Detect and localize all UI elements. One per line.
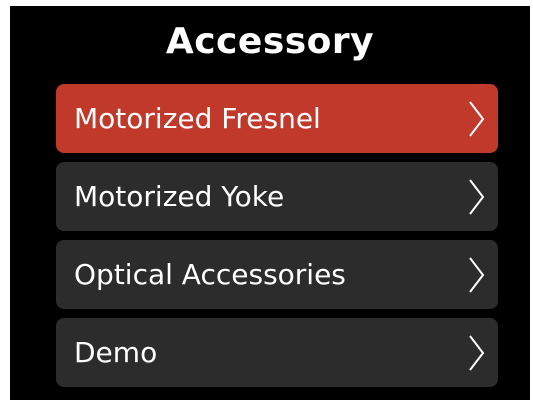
chevron-right-icon (466, 256, 486, 294)
chevron-right-icon (466, 334, 486, 372)
menu-item-label: Motorized Fresnel (74, 102, 321, 135)
menu-item-label: Motorized Yoke (74, 180, 285, 213)
page-title: Accessory (165, 21, 375, 62)
menu-item-motorized-fresnel[interactable]: Motorized Fresnel (56, 84, 498, 153)
accessory-screen: Accessory Motorized Fresnel Motorized Yo… (10, 6, 530, 400)
menu-item-demo[interactable]: Demo (56, 318, 498, 387)
chevron-right-icon (466, 100, 486, 138)
menu-item-label: Demo (74, 336, 158, 369)
chevron-right-icon (466, 178, 486, 216)
accessory-menu: Motorized Fresnel Motorized Yoke Optical… (56, 84, 498, 396)
menu-item-optical-accessories[interactable]: Optical Accessories (56, 240, 498, 309)
menu-item-label: Optical Accessories (74, 258, 346, 291)
menu-item-motorized-yoke[interactable]: Motorized Yoke (56, 162, 498, 231)
